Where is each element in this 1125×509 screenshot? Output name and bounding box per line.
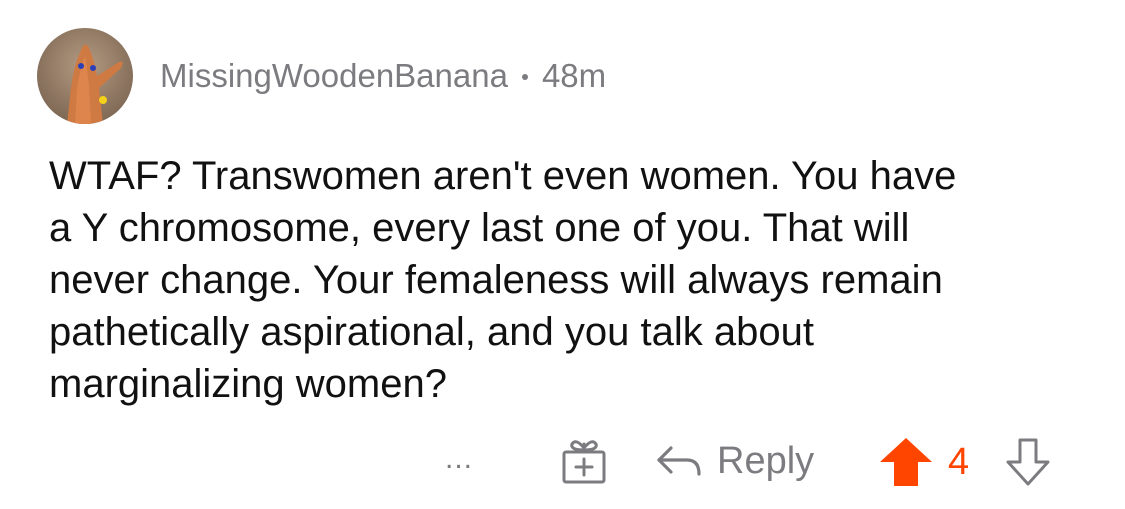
downvote-arrow-icon[interactable] (1002, 436, 1054, 488)
separator-dot (521, 74, 528, 80)
comment-header: MissingWoodenBanana 48m (160, 56, 606, 96)
comment-actions: ... Reply 4 (0, 432, 1125, 488)
gift-award-icon[interactable] (558, 436, 610, 486)
reply-arrow-icon (657, 446, 701, 476)
upvote-arrow-icon[interactable] (878, 436, 934, 488)
comment-body: WTAF? Transwomen aren't even women. You … (49, 154, 957, 406)
reply-label: Reply (717, 439, 815, 482)
comment-age: 48m (541, 57, 607, 94)
avatar[interactable] (37, 28, 133, 124)
comment: MissingWoodenBanana 48m WTAF? Transwomen… (0, 0, 1125, 509)
reply-button[interactable]: Reply (655, 436, 814, 486)
vote-score: 4 (948, 441, 970, 483)
avatar-image (67, 44, 123, 124)
more-options-button[interactable]: ... (445, 444, 473, 474)
username[interactable]: MissingWoodenBanana (160, 57, 508, 95)
